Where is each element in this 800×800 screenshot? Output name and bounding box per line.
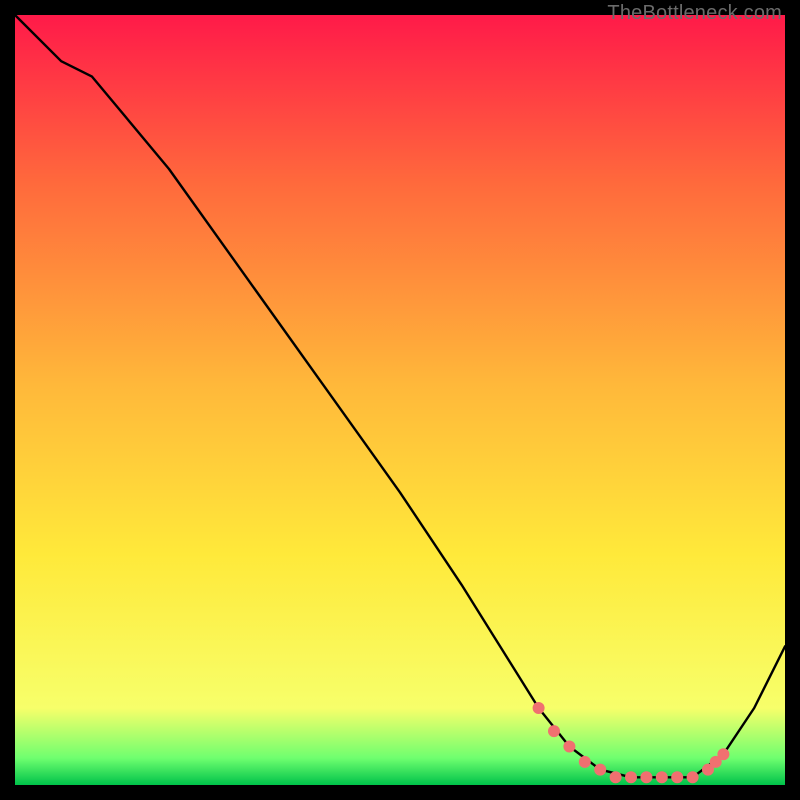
background-gradient xyxy=(15,15,785,785)
chart-stage: TheBottleneck.com xyxy=(0,0,800,800)
plot-area xyxy=(15,15,785,785)
watermark-text: TheBottleneck.com xyxy=(607,2,782,25)
